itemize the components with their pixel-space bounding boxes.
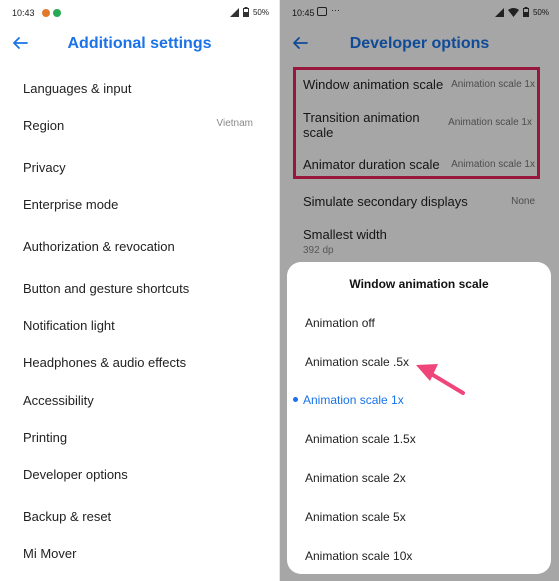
additional-settings-screen: 10:43 50% Additional settings Languages …: [0, 0, 279, 581]
item-label: Backup & reset: [23, 509, 112, 524]
settings-item-privacy[interactable]: Privacy: [23, 160, 265, 175]
settings-item-accessibility[interactable]: Accessibility: [23, 393, 265, 408]
settings-item-mi-mover[interactable]: Mi Mover: [23, 546, 265, 561]
developer-options-screen: 10:45 ··· 50% Developer options Window a…: [280, 0, 559, 581]
item-label: Printing: [23, 430, 68, 445]
pointer-arrow-icon: [416, 364, 465, 395]
settings-item-gesture-shortcuts[interactable]: Button and gesture shortcuts: [23, 281, 265, 296]
item-label: Developer options: [23, 467, 128, 482]
item-label: Button and gesture shortcuts: [23, 281, 190, 296]
app-notification-icon: [53, 9, 61, 17]
settings-item-notification-light[interactable]: Notification light: [23, 318, 265, 333]
item-label: Notification light: [23, 318, 115, 333]
settings-item-developer-options[interactable]: Developer options: [23, 467, 265, 482]
app-bar: Additional settings: [0, 26, 279, 62]
notification-icon: [42, 9, 50, 17]
settings-item-backup-reset[interactable]: Backup & reset: [23, 509, 265, 524]
item-value: Vietnam: [216, 118, 253, 129]
status-time: 10:43: [12, 8, 35, 18]
item-label: Region: [23, 118, 65, 133]
item-label: Accessibility: [23, 393, 94, 408]
settings-item-languages[interactable]: Languages & input: [23, 81, 265, 96]
item-label: Headphones & audio effects: [23, 355, 187, 370]
settings-item-headphones[interactable]: Headphones & audio effects: [23, 355, 265, 370]
item-label: Languages & input: [23, 81, 132, 96]
battery-percent: 50%: [252, 7, 269, 17]
signal-icon: [229, 7, 239, 17]
page-title: Additional settings: [67, 35, 212, 52]
item-label: Mi Mover: [23, 546, 77, 561]
settings-item-authorization[interactable]: Authorization & revocation: [23, 239, 265, 254]
status-bar: 10:43 50%: [0, 0, 279, 26]
settings-item-enterprise-mode[interactable]: Enterprise mode: [23, 197, 265, 212]
settings-item-printing[interactable]: Printing: [23, 430, 265, 445]
item-label: Enterprise mode: [23, 197, 119, 212]
settings-item-region[interactable]: Region Vietnam: [23, 118, 265, 133]
item-label: Authorization & revocation: [23, 239, 175, 254]
battery-icon: [242, 7, 249, 17]
item-label: Privacy: [23, 160, 66, 175]
